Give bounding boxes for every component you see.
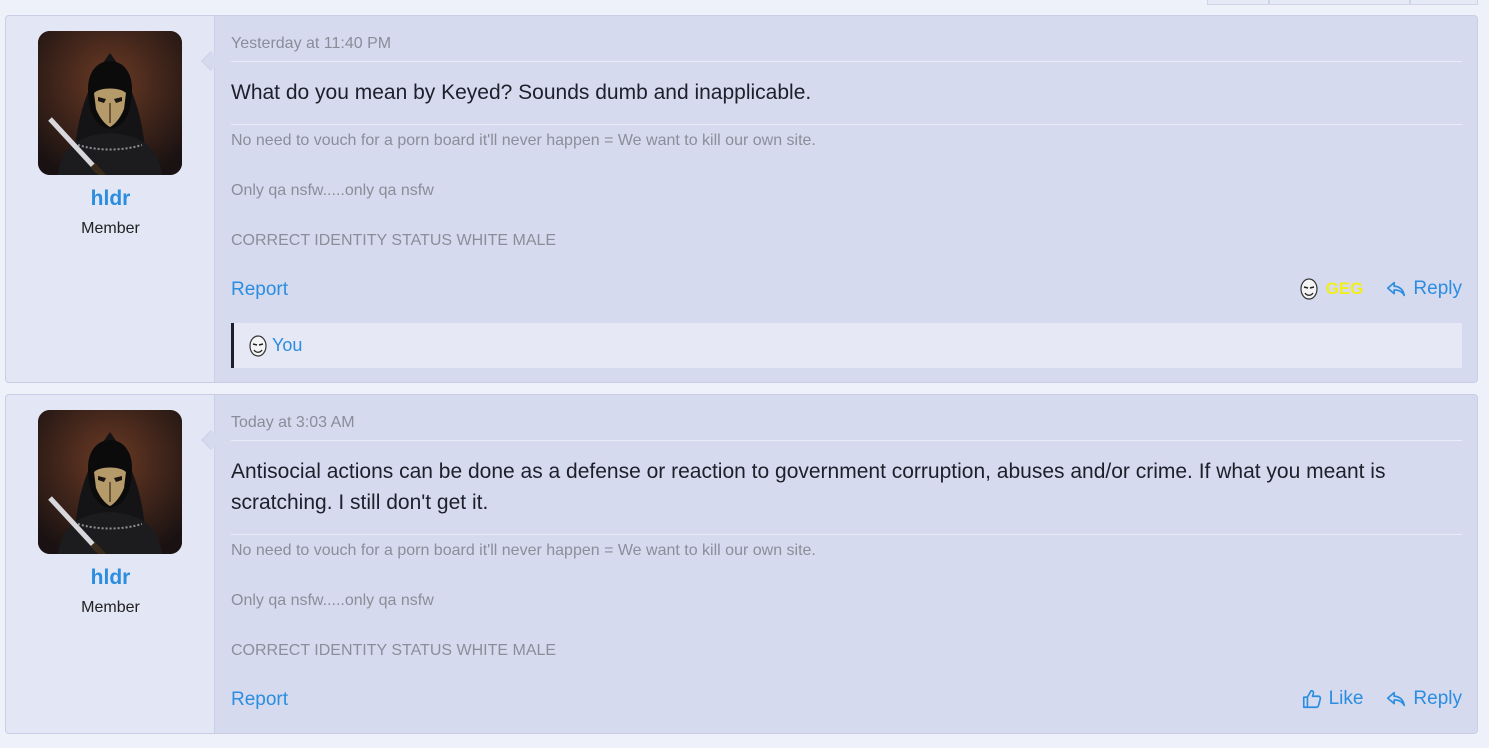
reactions-bar[interactable]: You bbox=[231, 323, 1462, 368]
avatar-image bbox=[38, 410, 182, 554]
avatar-image bbox=[38, 31, 182, 175]
reply-arrow-icon bbox=[1387, 281, 1406, 297]
reacted-by-link[interactable]: You bbox=[272, 335, 302, 356]
avatar[interactable] bbox=[38, 31, 182, 175]
signature-line: Only qa nsfw.....only qa nsfw bbox=[231, 592, 434, 609]
post: hldr Member Yesterday at 11:40 PM What d… bbox=[5, 15, 1478, 383]
post-date[interactable]: Today at 3:03 AM bbox=[231, 414, 355, 432]
post-user-column: hldr Member bbox=[6, 16, 215, 382]
avatar[interactable] bbox=[38, 410, 182, 554]
signature-line: CORRECT IDENTITY STATUS WHITE MALE bbox=[231, 232, 557, 249]
user-title: Member bbox=[81, 220, 140, 237]
report-link[interactable]: Report bbox=[231, 689, 288, 711]
reply-arrow-icon bbox=[1387, 691, 1406, 707]
signature-line: No need to vouch for a porn board it'll … bbox=[231, 132, 816, 149]
post-date[interactable]: Yesterday at 11:40 PM bbox=[231, 35, 391, 53]
masked-face-reaction-icon bbox=[249, 334, 267, 357]
post: hldr Member Today at 3:03 AM Antisocial … bbox=[5, 394, 1478, 734]
post-actions: Like Reply bbox=[1301, 688, 1462, 710]
reaction-geg-label: GEG bbox=[1325, 279, 1364, 298]
top-tab bbox=[1207, 0, 1269, 5]
post-message: Antisocial actions can be done as a defe… bbox=[231, 460, 1386, 514]
username[interactable]: hldr bbox=[6, 566, 215, 590]
post-main: Yesterday at 11:40 PM What do you mean b… bbox=[231, 16, 1462, 382]
report-link[interactable]: Report bbox=[231, 279, 288, 301]
user-title: Member bbox=[81, 599, 140, 616]
post-main: Today at 3:03 AM Antisocial actions can … bbox=[231, 395, 1462, 733]
reply-button[interactable]: Reply bbox=[1385, 278, 1462, 300]
reaction-geg-button[interactable]: GEG bbox=[1298, 278, 1364, 300]
signature-divider bbox=[231, 534, 1462, 535]
reply-label: Reply bbox=[1413, 278, 1462, 299]
post-actions: GEG Reply bbox=[1298, 278, 1462, 300]
post-user-column: hldr Member bbox=[6, 395, 215, 733]
divider bbox=[231, 61, 1462, 62]
username[interactable]: hldr bbox=[6, 187, 215, 211]
reply-label: Reply bbox=[1413, 688, 1462, 709]
signature-divider bbox=[231, 124, 1462, 125]
masked-face-reaction-icon bbox=[1300, 278, 1318, 300]
top-pagination-tabs bbox=[1207, 0, 1478, 5]
top-tab bbox=[1410, 0, 1478, 5]
signature-line: Only qa nsfw.....only qa nsfw bbox=[231, 182, 434, 199]
divider bbox=[231, 440, 1462, 441]
thumbs-up-icon bbox=[1302, 689, 1321, 709]
top-tab bbox=[1269, 0, 1410, 5]
signature-line: CORRECT IDENTITY STATUS WHITE MALE bbox=[231, 642, 557, 659]
reply-button[interactable]: Reply bbox=[1385, 688, 1462, 710]
like-button[interactable]: Like bbox=[1301, 688, 1364, 710]
like-label: Like bbox=[1328, 688, 1364, 709]
signature-line: No need to vouch for a porn board it'll … bbox=[231, 542, 816, 559]
post-message: What do you mean by Keyed? Sounds dumb a… bbox=[231, 81, 812, 104]
